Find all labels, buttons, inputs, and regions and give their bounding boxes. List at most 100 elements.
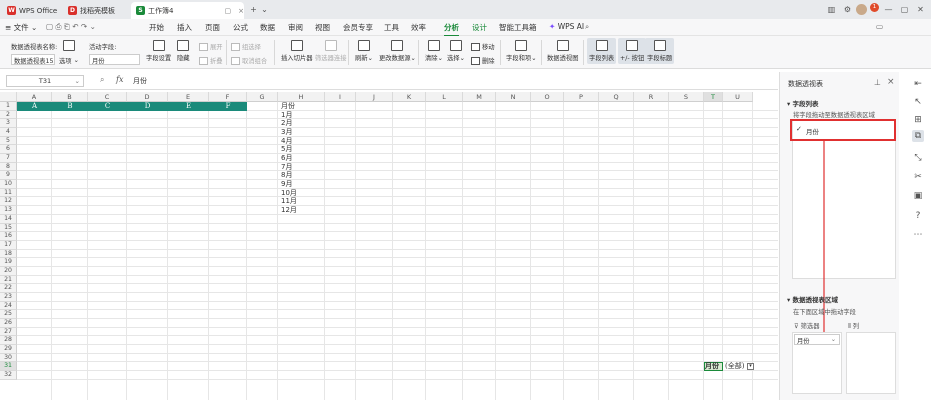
menu-tools[interactable]: 工具 (384, 22, 399, 33)
row-header[interactable]: 22 (0, 284, 17, 293)
search-icon[interactable]: ⌕ (585, 22, 589, 32)
month-cell[interactable]: 2月 (281, 119, 292, 128)
row-header[interactable]: 28 (0, 336, 17, 346)
select-button[interactable]: 选择⌄ (447, 40, 465, 62)
row-header[interactable]: 19 (0, 258, 17, 267)
new-tab-plus-icon[interactable]: + (248, 4, 259, 15)
header-cell[interactable]: E (168, 102, 209, 111)
row-header[interactable]: 27 (0, 327, 17, 337)
row-header[interactable]: 8 (0, 162, 17, 172)
ungroup-button[interactable]: 取消组合 (231, 56, 267, 65)
pin-icon[interactable]: ⊥ (874, 78, 881, 87)
menu-view[interactable]: 视图 (315, 22, 330, 33)
row-header[interactable]: 21 (0, 275, 17, 285)
row-header[interactable]: 23 (0, 292, 17, 302)
header-cell[interactable]: F (209, 102, 247, 111)
clear-button[interactable]: 清除⌄ (425, 40, 443, 62)
menu-member[interactable]: 会员专享 (343, 22, 373, 33)
select-all-corner[interactable] (0, 92, 17, 102)
column-header[interactable]: H (278, 92, 325, 102)
name-box-chevron-icon[interactable]: ⌄ (75, 76, 80, 86)
close-pane-icon[interactable]: × (887, 77, 895, 87)
move-button[interactable]: 移动 (471, 42, 495, 51)
style-icon[interactable]: ⊞ (912, 114, 924, 126)
row-header[interactable]: 12 (0, 197, 17, 207)
month-cell[interactable]: 4月 (281, 137, 292, 146)
row-header[interactable]: 13 (0, 206, 17, 215)
avatar[interactable] (856, 4, 867, 15)
more-icon[interactable]: ⋯ (912, 229, 924, 241)
minimize-icon[interactable]: — (883, 4, 894, 15)
change-source-button[interactable]: 更改数据源⌄ (379, 40, 416, 62)
column-header[interactable]: N (496, 92, 531, 102)
month-cell[interactable]: 7月 (281, 163, 292, 172)
row-header[interactable]: 15 (0, 223, 17, 233)
row-header[interactable]: 24 (0, 301, 17, 311)
row-header[interactable]: 25 (0, 310, 17, 319)
tab-close-icon[interactable]: × (238, 7, 244, 15)
column-header[interactable]: A (17, 92, 52, 102)
month-cell[interactable]: 月份 (281, 102, 295, 111)
header-cell[interactable]: D (127, 102, 168, 111)
row-header[interactable]: 10 (0, 180, 17, 189)
hide-button[interactable]: 隐藏 (177, 40, 190, 62)
plus-minus-buttons-button[interactable]: +/- 按钮 (618, 38, 647, 64)
cursor-icon[interactable]: ↖ (912, 96, 924, 108)
row-header[interactable]: 16 (0, 232, 17, 241)
column-header[interactable]: I (325, 92, 356, 102)
insert-slicer-button[interactable]: 插入切片器 (281, 40, 312, 62)
column-header[interactable]: J (356, 92, 393, 102)
menu-file[interactable]: ≡ 文件 ⌄ (5, 22, 37, 33)
column-header[interactable]: D (127, 92, 168, 102)
checkbox-check-icon[interactable]: ✓ (796, 125, 802, 133)
menu-wps-ai[interactable]: ✦ WPS AI (549, 22, 584, 31)
month-cell[interactable]: 5月 (281, 145, 292, 154)
menu-efficiency[interactable]: 效率 (411, 22, 426, 33)
column-area-box[interactable] (846, 332, 896, 394)
row-header[interactable]: 1 (0, 102, 17, 111)
row-header[interactable]: 14 (0, 214, 17, 224)
expand-button[interactable]: 展开 (199, 42, 223, 51)
row-header[interactable]: 26 (0, 319, 17, 328)
header-cell[interactable]: A (17, 102, 52, 111)
column-header[interactable]: U (723, 92, 753, 102)
column-header[interactable]: S (669, 92, 704, 102)
field-list-header[interactable]: ▾ 字段列表 (787, 98, 819, 108)
spreadsheet-grid[interactable]: A B C D E F G H I J K L M N O P Q R S T U 1 2 3 4 5 6 7 8 9 10 11 12 13 14… (0, 92, 778, 400)
tools-icon[interactable]: ✂ (912, 171, 924, 183)
month-cell[interactable]: 1月 (281, 111, 292, 120)
row-header[interactable]: 17 (0, 240, 17, 250)
row-header[interactable]: 9 (0, 171, 17, 181)
filter-connection-button[interactable]: 筛选器连接 (315, 40, 346, 62)
row-header[interactable]: 30 (0, 353, 17, 363)
pivot-chart-button[interactable]: 数据透视图 (547, 40, 578, 62)
row-header[interactable]: 7 (0, 154, 17, 163)
field-headers-button[interactable]: 字段标题 (645, 38, 675, 64)
row-header[interactable]: 6 (0, 145, 17, 155)
fx-icon[interactable]: fx (116, 75, 123, 84)
month-cell[interactable]: 11月 (281, 197, 297, 206)
row-header[interactable]: 2 (0, 110, 17, 120)
row-header[interactable]: 5 (0, 136, 17, 146)
pivot-pane-icon[interactable]: ⧉ (912, 130, 924, 142)
menu-data[interactable]: 数据 (260, 22, 275, 33)
quick-access-icons[interactable]: ▢ ⎙ ⎗ ↶ ↷ ⌄ (46, 22, 96, 32)
row-header[interactable]: 11 (0, 188, 17, 198)
column-header[interactable]: T (704, 92, 723, 102)
month-cell[interactable]: 12月 (281, 206, 297, 215)
row-header[interactable]: 32 (0, 371, 17, 380)
comment-icon[interactable]: ▭ (876, 22, 883, 31)
column-header[interactable]: L (426, 92, 463, 102)
column-header[interactable]: K (393, 92, 426, 102)
active-field-input[interactable]: 月份 (89, 54, 140, 65)
refresh-button[interactable]: 刷新⌄ (355, 40, 373, 62)
menu-review[interactable]: 审阅 (288, 22, 303, 33)
field-item-month[interactable]: ✓ 月份 (790, 119, 896, 141)
name-box[interactable]: T31 ⌄ (6, 75, 84, 87)
row-header[interactable]: 4 (0, 128, 17, 137)
help-icon[interactable]: ? (912, 210, 924, 222)
column-header[interactable]: G (247, 92, 278, 102)
layout-icon[interactable]: ▥ (826, 4, 837, 15)
tab-template[interactable]: D 找稻壳模板 (63, 2, 131, 19)
row-header[interactable]: 18 (0, 249, 17, 259)
